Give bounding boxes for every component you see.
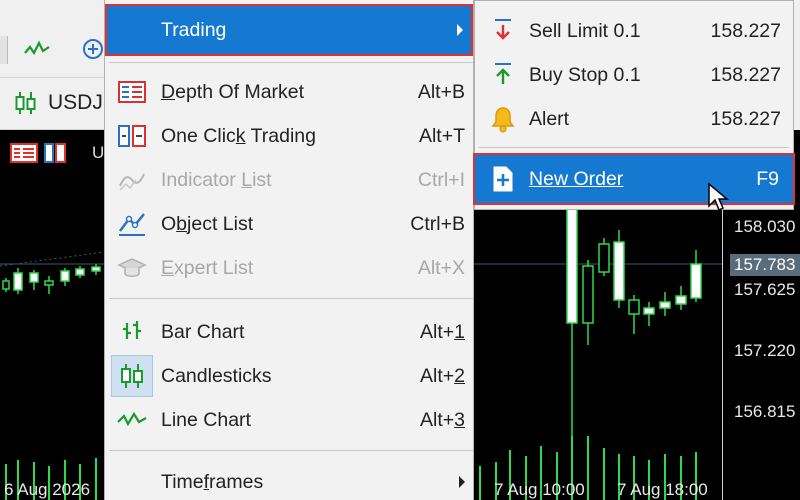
current-price-label: 157.783 — [730, 254, 800, 276]
candlesticks-symbol-icon — [14, 90, 38, 122]
chart-header-icons — [10, 143, 66, 163]
time-label: 7 Aug 10:00 — [494, 480, 585, 499]
menu-shortcut: Alt+1 — [419, 320, 465, 343]
menu-item-candlesticks[interactable]: Candlesticks Alt+2 — [105, 354, 473, 398]
menu-item-trading[interactable]: Trading — [105, 4, 473, 56]
expert-list-icon — [117, 253, 147, 283]
menu-item-label: Depth Of Market — [161, 80, 305, 103]
trading-submenu: Sell Limit 0.1 158.227 Buy Stop 0.1 158.… — [473, 0, 795, 210]
context-menu: Trading Depth Of Market Alt+B One Click … — [104, 0, 474, 500]
menu-item-expert-list[interactable]: Expert List Alt+X — [105, 246, 473, 290]
submenu-item-sell-limit[interactable]: Sell Limit 0.1 158.227 — [475, 9, 793, 53]
submenu-item-buy-stop[interactable]: Buy Stop 0.1 158.227 — [475, 53, 793, 97]
menu-item-bar-chart[interactable]: Bar Chart Alt+1 — [105, 310, 473, 354]
object-list-icon — [117, 209, 147, 239]
candlesticks-icon — [117, 361, 147, 391]
menu-shortcut: Alt+2 — [419, 364, 465, 387]
oneclick-small-icon — [44, 143, 66, 163]
buy-stop-icon — [489, 61, 517, 89]
menu-item-label: Trading — [161, 18, 227, 41]
time-label: 6 Aug 2026 — [4, 480, 91, 499]
submenu-item-label: Alert — [529, 107, 570, 130]
menu-item-object-list[interactable]: Object List Ctrl+B — [105, 202, 473, 246]
submenu-separator — [479, 147, 789, 148]
one-click-trading-icon — [117, 121, 147, 151]
menu-shortcut: Ctrl+B — [410, 212, 465, 235]
submenu-item-label: Buy Stop 0.1 — [529, 63, 641, 86]
menu-shortcut: Ctrl+I — [417, 168, 465, 191]
price-label: 157.220 — [734, 341, 796, 360]
menu-item-label: One Click Trading — [161, 124, 316, 147]
menu-item-label: Candlesticks — [161, 364, 272, 387]
submenu-item-price: 158.227 — [710, 107, 782, 130]
line-chart-toolbar-icon[interactable] — [24, 36, 50, 62]
mouse-cursor-icon — [707, 182, 730, 220]
menu-item-label: Object List — [161, 212, 254, 235]
line-chart-icon — [117, 405, 147, 435]
time-label: 7 Aug 18:00 — [617, 480, 708, 499]
chart-title: U — [92, 143, 105, 162]
depth-of-market-icon — [117, 77, 147, 107]
bar-chart-icon — [117, 317, 147, 347]
menu-separator — [109, 450, 473, 451]
left-candles — [2, 264, 101, 294]
menu-item-label: Timeframes — [161, 470, 264, 493]
price-label: 157.625 — [734, 280, 796, 299]
menu-item-one-click-trading[interactable]: One Click Trading Alt+T — [105, 114, 473, 158]
indicator-list-icon — [117, 165, 147, 195]
symbol-bar: USDJ — [0, 78, 110, 130]
toolbar — [0, 0, 110, 78]
zoom-in-icon[interactable] — [80, 36, 106, 62]
submenu-item-new-order[interactable]: New Order F9 — [473, 153, 795, 205]
menu-item-depth-of-market[interactable]: Depth Of Market Alt+B — [105, 70, 473, 114]
price-label: 156.815 — [734, 402, 796, 421]
menu-separator — [109, 298, 473, 299]
menu-item-label: Indicator List — [161, 168, 272, 191]
menu-separator — [109, 62, 473, 63]
menu-item-label: Expert List — [161, 256, 254, 279]
submenu-item-label: New Order — [529, 167, 624, 190]
price-label: 158.030 — [734, 217, 796, 236]
submenu-item-label: Sell Limit 0.1 — [529, 19, 641, 42]
menu-shortcut: F9 — [756, 167, 779, 190]
sell-limit-icon — [489, 17, 517, 45]
menu-shortcut: Alt+B — [417, 80, 465, 103]
menu-item-timeframes[interactable]: Timeframes — [105, 460, 473, 500]
submenu-item-price: 158.227 — [710, 63, 782, 86]
menu-item-indicator-list[interactable]: Indicator List Ctrl+I — [105, 158, 473, 202]
menu-shortcut: Alt+X — [417, 256, 465, 279]
submenu-arrow-icon — [457, 24, 463, 36]
menu-item-line-chart[interactable]: Line Chart Alt+3 — [105, 398, 473, 442]
right-candles — [566, 204, 702, 460]
submenu-arrow-icon — [459, 476, 465, 488]
alert-bell-icon — [489, 105, 517, 133]
menu-shortcut: Alt+3 — [419, 408, 465, 431]
menu-item-label: Bar Chart — [161, 320, 245, 343]
menu-shortcut: Alt+T — [418, 124, 465, 147]
dom-small-icon — [10, 143, 38, 163]
symbol-name[interactable]: USDJ — [48, 91, 103, 115]
submenu-item-alert[interactable]: Alert 158.227 — [475, 97, 793, 141]
new-order-icon — [489, 165, 517, 193]
submenu-item-price: 158.227 — [710, 19, 782, 42]
menu-item-label: Line Chart — [161, 408, 251, 431]
